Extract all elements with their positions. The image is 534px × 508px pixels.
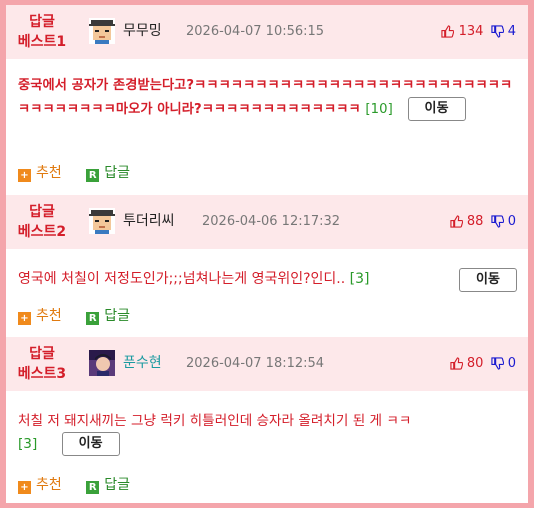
r-square-icon: R bbox=[86, 312, 100, 325]
reply-button[interactable]: R 답글 bbox=[86, 475, 130, 495]
move-button[interactable]: 이동 bbox=[459, 268, 517, 292]
upvote-count: 134 bbox=[458, 24, 484, 39]
downvote-count: 0 bbox=[507, 214, 516, 229]
best-rank-label: 답글 베스트3 bbox=[16, 344, 68, 384]
reply-label: 답글 bbox=[104, 477, 130, 493]
r-square-icon: R bbox=[86, 169, 100, 182]
reply-button[interactable]: R 답글 bbox=[86, 306, 130, 326]
thumbs-down-icon[interactable] bbox=[490, 357, 504, 370]
best-comments-panel: 답글 베스트1 무무밍 2026-04-07 10:56:15 134 4 중국… bbox=[6, 5, 528, 503]
comment-datetime: 2026-04-07 10:56:15 bbox=[186, 24, 325, 39]
nickname[interactable]: 무무밍 bbox=[123, 21, 162, 41]
reply-label: 답글 bbox=[104, 165, 130, 181]
reply-count: [3] bbox=[18, 436, 38, 452]
rank-reply-label: 답글 bbox=[29, 14, 55, 30]
comment-actions: + 추천 R 답글 bbox=[18, 306, 150, 326]
comment-body: 중국에서 공자가 존경받는다고?ㅋㅋㅋㅋㅋㅋㅋㅋㅋㅋㅋㅋㅋㅋㅋㅋㅋㅋㅋㅋㅋㅋㅋㅋ… bbox=[18, 75, 516, 121]
recommend-button[interactable]: + 추천 bbox=[18, 306, 62, 326]
downvote-count: 0 bbox=[507, 356, 516, 371]
best-comment-1: 답글 베스트1 무무밍 2026-04-07 10:56:15 134 4 중국… bbox=[6, 5, 528, 195]
move-button[interactable]: 이동 bbox=[61, 432, 120, 456]
r-square-icon: R bbox=[86, 481, 100, 494]
reply-label: 답글 bbox=[104, 308, 130, 324]
rank-best-label: 베스트2 bbox=[17, 224, 67, 240]
comment-datetime: 2026-04-06 12:17:32 bbox=[202, 214, 341, 229]
recommend-label: 추천 bbox=[36, 308, 62, 324]
rank-best-label: 베스트3 bbox=[17, 366, 67, 382]
plus-square-icon: + bbox=[18, 481, 31, 494]
comment-text: 영국에 처칠이 저정도인가;;;넘쳐나는게 영국위인?인디.. bbox=[18, 271, 346, 287]
best-rank-label: 답글 베스트2 bbox=[16, 202, 68, 242]
comment-datetime: 2026-04-07 18:12:54 bbox=[186, 356, 325, 371]
thumbs-down-icon[interactable] bbox=[490, 215, 504, 228]
rank-reply-label: 답글 bbox=[29, 204, 55, 220]
recommend-button[interactable]: + 추천 bbox=[18, 163, 62, 183]
move-button[interactable]: 이동 bbox=[407, 97, 466, 121]
best-comment-2: 답글 베스트2 투더리씨 2026-04-06 12:17:32 88 0 영국… bbox=[6, 195, 528, 337]
comment-text: 처칠 저 돼지새끼는 그냥 럭키 히틀러인데 승자라 올려치기 된 게 ㅋㅋ bbox=[18, 413, 412, 429]
recommend-button[interactable]: + 추천 bbox=[18, 475, 62, 495]
thumbs-up-icon[interactable] bbox=[450, 357, 463, 370]
plus-square-icon: + bbox=[18, 169, 31, 182]
avatar[interactable] bbox=[89, 208, 115, 234]
rank-best-label: 베스트1 bbox=[17, 34, 67, 50]
vote-counts: 80 0 bbox=[450, 354, 516, 374]
vote-counts: 88 0 bbox=[450, 212, 516, 232]
upvote-count: 88 bbox=[466, 214, 484, 229]
recommend-label: 추천 bbox=[36, 477, 62, 493]
reply-button[interactable]: R 답글 bbox=[86, 163, 130, 183]
comment-header: 답글 베스트2 투더리씨 2026-04-06 12:17:32 88 0 bbox=[6, 195, 528, 249]
vote-counts: 134 4 bbox=[441, 22, 516, 42]
nickname[interactable]: 투더리씨 bbox=[123, 211, 175, 231]
thumbs-up-icon[interactable] bbox=[450, 215, 463, 228]
comment-body: 처칠 저 돼지새끼는 그냥 럭키 히틀러인데 승자라 올려치기 된 게 ㅋㅋ [… bbox=[18, 410, 516, 456]
plus-square-icon: + bbox=[18, 312, 31, 325]
avatar[interactable] bbox=[89, 18, 115, 44]
comment-header: 답글 베스트1 무무밍 2026-04-07 10:56:15 134 4 bbox=[6, 5, 528, 59]
reply-count: [3] bbox=[349, 271, 370, 287]
comment-header: 답글 베스트3 푼수현 2026-04-07 18:12:54 80 0 bbox=[6, 337, 528, 391]
upvote-count: 80 bbox=[466, 356, 484, 371]
comment-actions: + 추천 R 답글 bbox=[18, 475, 150, 495]
comment-body: 영국에 처칠이 저정도인가;;;넘쳐나는게 영국위인?인디.. [3] bbox=[18, 268, 428, 290]
recommend-label: 추천 bbox=[36, 165, 62, 181]
nickname[interactable]: 푼수현 bbox=[123, 353, 162, 373]
downvote-count: 4 bbox=[507, 24, 516, 39]
reply-count: [10] bbox=[365, 102, 393, 117]
best-rank-label: 답글 베스트1 bbox=[16, 12, 68, 52]
rank-reply-label: 답글 bbox=[29, 346, 55, 362]
thumbs-up-icon[interactable] bbox=[441, 25, 455, 38]
best-comment-3: 답글 베스트3 푼수현 2026-04-07 18:12:54 80 0 처칠 … bbox=[6, 337, 528, 503]
comment-actions: + 추천 R 답글 bbox=[18, 163, 150, 183]
avatar[interactable] bbox=[89, 350, 115, 376]
thumbs-down-icon[interactable] bbox=[490, 25, 504, 38]
